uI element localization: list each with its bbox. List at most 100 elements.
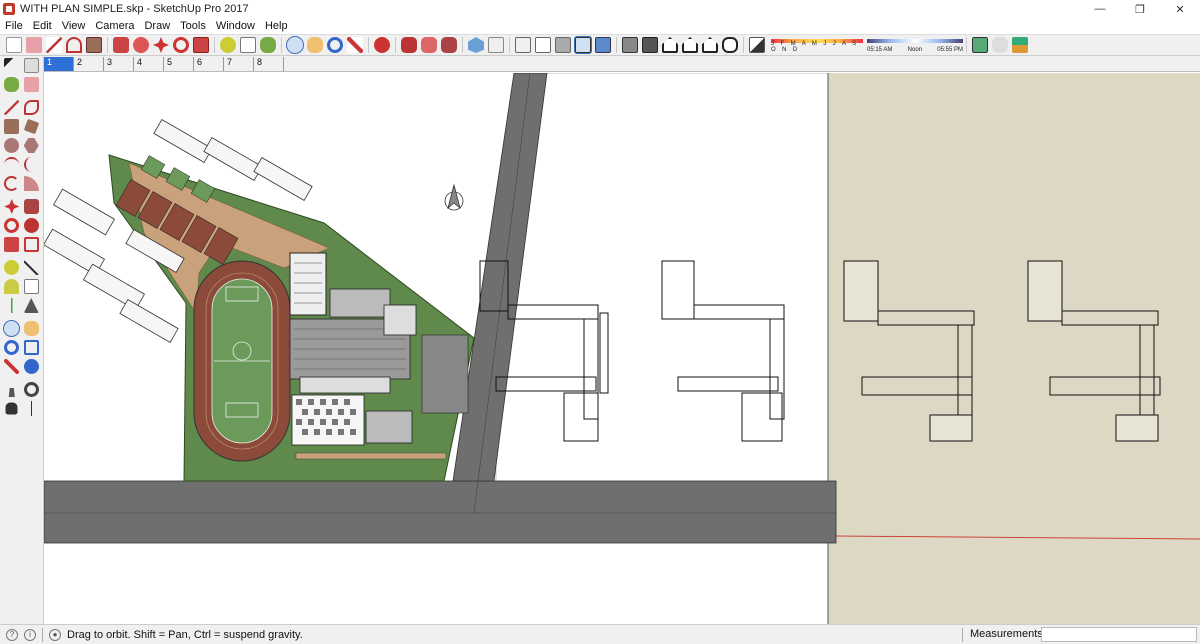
- text-icon[interactable]: [23, 279, 39, 294]
- eraser-icon[interactable]: [23, 77, 39, 92]
- offset-icon[interactable]: [23, 237, 39, 252]
- menu-draw[interactable]: Draw: [139, 20, 175, 32]
- select-icon[interactable]: [6, 37, 22, 53]
- scene-tab-4[interactable]: 4: [134, 57, 164, 71]
- monochrome-style-icon[interactable]: [595, 37, 611, 53]
- menu-edit[interactable]: Edit: [28, 20, 57, 32]
- left-view-icon[interactable]: [722, 37, 738, 53]
- iso-view-icon[interactable]: [622, 37, 638, 53]
- rotated-rectangle-icon[interactable]: [23, 118, 39, 135]
- dimension-icon[interactable]: [23, 260, 39, 275]
- shaded-style-icon[interactable]: [555, 37, 571, 53]
- arc-icon[interactable]: [4, 157, 20, 172]
- back-edges-style-icon[interactable]: [488, 37, 504, 53]
- tape-measure-icon[interactable]: [220, 37, 236, 53]
- scene-tab-5[interactable]: 5: [164, 57, 194, 71]
- menu-camera[interactable]: Camera: [90, 20, 139, 32]
- protractor-icon[interactable]: [4, 279, 20, 294]
- arc-icon[interactable]: [66, 37, 82, 53]
- zoom-window-icon[interactable]: [23, 340, 39, 355]
- scale-icon[interactable]: [4, 237, 20, 252]
- scene-tab-6[interactable]: 6: [194, 57, 224, 71]
- move-icon[interactable]: [4, 199, 20, 214]
- zoom-extents-icon[interactable]: [4, 359, 20, 374]
- pan-icon[interactable]: [23, 321, 39, 336]
- back-view-icon[interactable]: [702, 37, 718, 53]
- walk-icon[interactable]: [5, 402, 18, 415]
- user-icon[interactable]: ●: [49, 628, 61, 641]
- zoom-extents-icon[interactable]: [347, 37, 363, 53]
- menu-file[interactable]: File: [0, 20, 28, 32]
- shadow-toggle-icon[interactable]: [749, 37, 765, 53]
- scene-tab-8[interactable]: 8: [254, 57, 284, 71]
- section-cut-icon[interactable]: [1012, 37, 1028, 53]
- line-icon[interactable]: [46, 37, 62, 53]
- extension-warehouse-icon[interactable]: [421, 37, 437, 53]
- follow-me-icon[interactable]: [23, 218, 39, 233]
- pan-icon[interactable]: [307, 37, 323, 53]
- orbit-icon[interactable]: [286, 36, 304, 54]
- top-view-icon[interactable]: [642, 37, 658, 53]
- zoom-icon[interactable]: [327, 37, 343, 53]
- layout-icon[interactable]: [441, 37, 457, 53]
- select-icon[interactable]: [4, 58, 20, 73]
- rotate-icon[interactable]: [173, 37, 189, 53]
- look-around-icon[interactable]: [23, 382, 39, 397]
- zoom-icon[interactable]: [4, 340, 20, 355]
- menu-help[interactable]: Help: [260, 20, 293, 32]
- minimize-button[interactable]: —: [1080, 0, 1120, 18]
- right-view-icon[interactable]: [682, 37, 698, 53]
- geo-location-icon[interactable]: ?: [6, 628, 18, 641]
- follow-me-icon[interactable]: [133, 37, 149, 53]
- position-camera-icon[interactable]: [8, 382, 15, 397]
- freehand-icon[interactable]: [23, 100, 39, 115]
- section-display-icon[interactable]: [992, 37, 1008, 53]
- warehouse-icon[interactable]: [374, 37, 390, 53]
- paint-bucket-icon[interactable]: [4, 77, 20, 92]
- push-pull-icon[interactable]: [23, 199, 39, 214]
- close-button[interactable]: ✕: [1160, 0, 1200, 18]
- polygon-icon[interactable]: [23, 138, 39, 153]
- line-icon[interactable]: [4, 100, 20, 115]
- paint-bucket-icon[interactable]: [260, 37, 276, 53]
- eraser-icon[interactable]: [26, 37, 42, 53]
- two-point-arc-icon[interactable]: [23, 157, 39, 172]
- make-component-icon[interactable]: [23, 58, 39, 73]
- menu-tools[interactable]: Tools: [175, 20, 211, 32]
- wireframe-style-icon[interactable]: [515, 37, 531, 53]
- section-plane-icon[interactable]: [972, 37, 988, 53]
- 3d-text-icon[interactable]: [23, 298, 39, 313]
- menu-view[interactable]: View: [57, 20, 91, 32]
- scene-tab-2[interactable]: 2: [74, 57, 104, 71]
- scene-tab-1[interactable]: 1: [44, 57, 74, 71]
- previous-view-icon[interactable]: [23, 359, 39, 374]
- section-plane-icon[interactable]: [23, 401, 39, 416]
- rectangle-icon[interactable]: [86, 37, 102, 53]
- scene-tab-3[interactable]: 3: [104, 57, 134, 71]
- credits-icon[interactable]: i: [24, 628, 36, 641]
- model-viewport[interactable]: [44, 73, 1200, 624]
- circle-icon[interactable]: [4, 138, 20, 153]
- pie-icon[interactable]: [23, 176, 39, 191]
- axes-icon[interactable]: [4, 298, 20, 313]
- rectangle-icon[interactable]: [4, 119, 20, 134]
- 3d-warehouse-icon[interactable]: [401, 37, 417, 53]
- menu-window[interactable]: Window: [211, 20, 260, 32]
- move-icon[interactable]: [153, 37, 169, 53]
- tape-measure-icon[interactable]: [4, 260, 20, 275]
- rotate-icon[interactable]: [4, 218, 20, 233]
- xray-style-icon[interactable]: [468, 37, 484, 53]
- scale-icon[interactable]: [193, 37, 209, 53]
- time-slider[interactable]: 05:15 AM Noon 05:55 PM: [867, 37, 963, 53]
- three-point-arc-icon[interactable]: [4, 176, 20, 191]
- measurements-input[interactable]: [1041, 627, 1197, 642]
- scene-tab-7[interactable]: 7: [224, 57, 254, 71]
- maximize-button[interactable]: ❐: [1120, 0, 1160, 18]
- text-icon[interactable]: [240, 37, 256, 53]
- month-slider[interactable]: J F M A M J J A S O N D: [771, 37, 863, 53]
- orbit-icon[interactable]: [3, 320, 21, 337]
- front-view-icon[interactable]: [662, 37, 678, 53]
- hidden-line-style-icon[interactable]: [535, 37, 551, 53]
- shaded-textures-style-icon[interactable]: [574, 36, 592, 54]
- push-pull-icon[interactable]: [113, 37, 129, 53]
